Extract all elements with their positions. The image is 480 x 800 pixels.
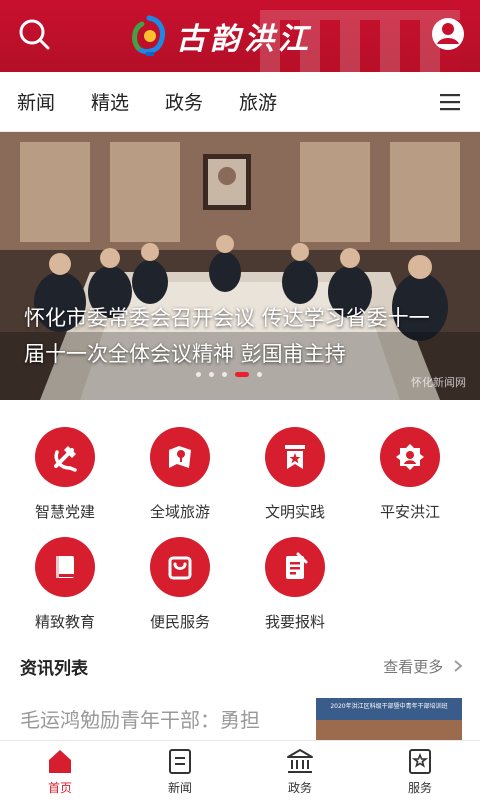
service-icon-bg: [265, 427, 325, 487]
service-label: 我要报料: [264, 613, 325, 631]
government-building-icon: [287, 749, 313, 773]
police-badge-icon: [396, 444, 424, 470]
tab-news[interactable]: 新闻: [17, 88, 55, 115]
service-civilization-practice[interactable]: 文明实践: [240, 400, 350, 521]
tabbar-label: 新闻: [167, 781, 192, 795]
shopping-bag-icon: [168, 556, 192, 580]
view-more-link[interactable]: 查看更多: [383, 656, 464, 677]
banner-watermark: 怀化新闻网: [411, 376, 466, 389]
report-document-icon: [286, 552, 308, 579]
service-label: 便民服务: [149, 613, 210, 631]
party-emblem-icon: [54, 446, 77, 472]
carousel-dot-active[interactable]: [235, 372, 249, 377]
app-header: 古韵洪江: [0, 0, 480, 72]
bottom-tab-bar: 首页 新闻 政务 服务: [0, 740, 480, 800]
service-icon-bg: [35, 537, 95, 597]
category-nav: 新闻 精选 政务 旅游: [0, 72, 480, 132]
hero-banner[interactable]: 怀化市委常委会召开会议 传达学习省委十一届十一次全体会议精神 彭国甫主持 怀化新…: [0, 132, 480, 400]
service-icon: [409, 749, 431, 774]
tabbar-home[interactable]: 首页: [20, 745, 100, 796]
flag-star-icon: [285, 445, 305, 469]
service-convenience[interactable]: 便民服务: [125, 510, 235, 631]
tabbar-government[interactable]: 政务: [260, 745, 340, 796]
tabbar-label: 首页: [47, 781, 72, 795]
news-thumbnail[interactable]: 2020年洪江区科级干部暨中青年干部培训班: [316, 698, 462, 740]
service-smart-party[interactable]: 智慧党建: [10, 400, 120, 521]
carousel-dot[interactable]: [209, 372, 214, 377]
app-title: 古韵洪江: [176, 22, 312, 57]
service-label: 平安洪江: [379, 503, 440, 521]
home-icon: [49, 750, 71, 773]
carousel-dot[interactable]: [257, 372, 262, 377]
service-icon-bg: [35, 427, 95, 487]
search-button[interactable]: [14, 14, 54, 54]
service-grid: 智慧党建 全域旅游 文明实践 平安洪江 精致教育 便民服务 我要报料: [0, 400, 480, 640]
service-tourism[interactable]: 全域旅游: [125, 400, 235, 521]
tab-tourism[interactable]: 旅游: [239, 88, 277, 115]
service-report[interactable]: 我要报料: [240, 510, 350, 631]
map-pin-icon: [169, 446, 191, 468]
tab-government[interactable]: 政务: [165, 88, 203, 115]
carousel-indicator: [196, 372, 270, 377]
service-label: 精致教育: [34, 613, 95, 631]
news-title[interactable]: 毛运鸿勉励青年干部：勇担: [20, 704, 260, 733]
banner-headline[interactable]: 怀化市委常委会召开会议 传达学习省委十一届十一次全体会议精神 彭国甫主持: [24, 300, 444, 372]
user-avatar-icon: [432, 18, 464, 50]
news-section-title: 资讯列表: [20, 659, 88, 679]
service-icon-bg: [150, 427, 210, 487]
logo-mark-icon: [132, 15, 165, 56]
carousel-dot[interactable]: [196, 372, 201, 377]
search-icon: [19, 19, 50, 50]
view-more-label: 查看更多: [383, 658, 444, 676]
news-section-header: 资讯列表 查看更多: [0, 646, 480, 686]
service-education[interactable]: 精致教育: [10, 510, 120, 631]
tabbar-news[interactable]: 新闻: [140, 745, 220, 796]
tab-featured[interactable]: 精选: [91, 88, 129, 115]
thumbnail-caption: 2020年洪江区科级干部暨中青年干部培训班: [330, 703, 448, 710]
menu-icon[interactable]: [438, 92, 462, 112]
news-list-item[interactable]: 毛运鸿勉励青年干部：勇担 2020年洪江区科级干部暨中青年干部培训班: [0, 690, 480, 740]
service-safe-hongjiang[interactable]: 平安洪江: [355, 400, 465, 521]
chevron-right-icon: [454, 660, 463, 672]
news-icon: [169, 749, 191, 774]
tabbar-label: 政务: [287, 781, 312, 795]
book-icon: [56, 556, 74, 578]
app-logo: 古韵洪江: [128, 10, 312, 62]
service-icon-bg: [380, 427, 440, 487]
tabbar-service[interactable]: 服务: [380, 745, 460, 796]
tabbar-label: 服务: [407, 781, 432, 795]
carousel-dot[interactable]: [222, 372, 227, 377]
service-icon-bg: [150, 537, 210, 597]
user-profile-button[interactable]: [428, 14, 468, 54]
service-icon-bg: [265, 537, 325, 597]
